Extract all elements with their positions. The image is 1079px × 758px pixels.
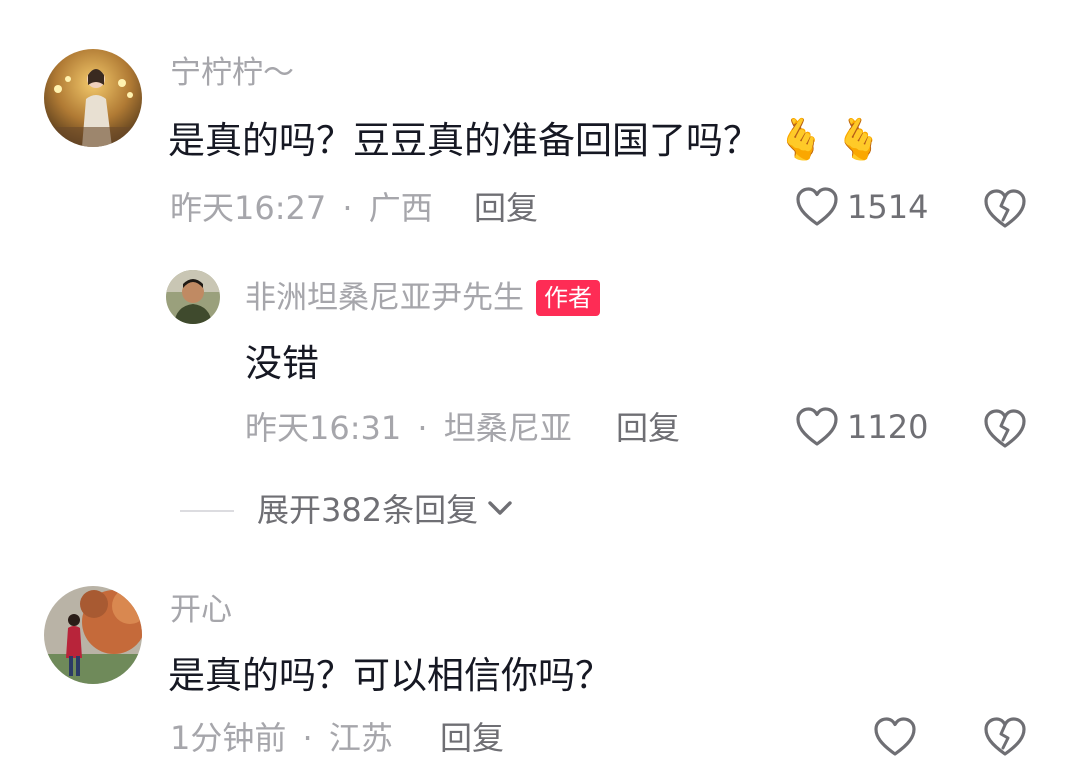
reply-meta: 昨天16:31 · 坦桑尼亚 xyxy=(245,412,572,444)
expand-divider xyxy=(180,510,234,512)
comment-time: 昨天16:27 xyxy=(170,189,327,227)
dislike-button[interactable] xyxy=(983,188,1027,230)
avatar[interactable] xyxy=(44,586,142,684)
reply-header: 非洲坦桑尼亚尹先生 作者 xyxy=(245,280,600,316)
comment-meta: 1分钟前 · 江苏 xyxy=(170,722,393,754)
author-badge: 作者 xyxy=(536,280,600,316)
comment-text-content: 是真的吗？豆豆真的准备回国了吗？ xyxy=(168,119,760,162)
reply-avatar[interactable] xyxy=(166,270,220,324)
meta-separator: · xyxy=(417,409,428,447)
heart-icon xyxy=(795,406,839,448)
meta-separator: · xyxy=(302,719,313,757)
reply-button[interactable]: 回复 xyxy=(440,722,504,754)
comment-username[interactable]: 宁柠柠～ xyxy=(170,58,294,89)
like-button[interactable]: 1514 xyxy=(795,186,928,228)
expand-replies-button[interactable]: 展开382条回复 xyxy=(257,494,514,526)
comment-username[interactable]: 开心 xyxy=(170,595,232,626)
comment-location: 江苏 xyxy=(328,719,393,757)
avatar[interactable] xyxy=(44,49,142,147)
comment-meta: 昨天16:27 · 广西 xyxy=(170,192,433,224)
like-button[interactable]: 1120 xyxy=(795,406,928,448)
like-count: 1514 xyxy=(847,188,929,226)
dislike-button[interactable] xyxy=(983,716,1027,758)
heart-icon xyxy=(795,186,839,228)
reply-location: 坦桑尼亚 xyxy=(443,409,572,447)
finger-heart-icon: 🫰🫰 xyxy=(776,117,892,163)
reply-button[interactable]: 回复 xyxy=(474,192,538,224)
chevron-down-icon xyxy=(486,498,514,522)
comment-text: 是真的吗？豆豆真的准备回国了吗？ 🫰🫰 xyxy=(168,120,892,160)
broken-heart-icon xyxy=(983,408,1027,450)
dislike-button[interactable] xyxy=(983,408,1027,450)
broken-heart-icon xyxy=(983,188,1027,230)
reply-username[interactable]: 非洲坦桑尼亚尹先生 xyxy=(245,282,524,314)
comment-text: 是真的吗？可以相信你吗？ xyxy=(168,654,612,697)
comment-location: 广西 xyxy=(368,189,433,227)
meta-separator: · xyxy=(342,189,353,227)
reply-text: 没错 xyxy=(245,342,319,385)
like-count: 1120 xyxy=(847,408,929,446)
comment-time: 1分钟前 xyxy=(170,719,287,757)
like-button[interactable] xyxy=(873,716,917,758)
reply-button[interactable]: 回复 xyxy=(616,412,680,444)
expand-replies-label: 展开382条回复 xyxy=(257,491,479,529)
heart-icon xyxy=(873,716,917,758)
broken-heart-icon xyxy=(983,716,1027,758)
reply-time: 昨天16:31 xyxy=(245,409,402,447)
